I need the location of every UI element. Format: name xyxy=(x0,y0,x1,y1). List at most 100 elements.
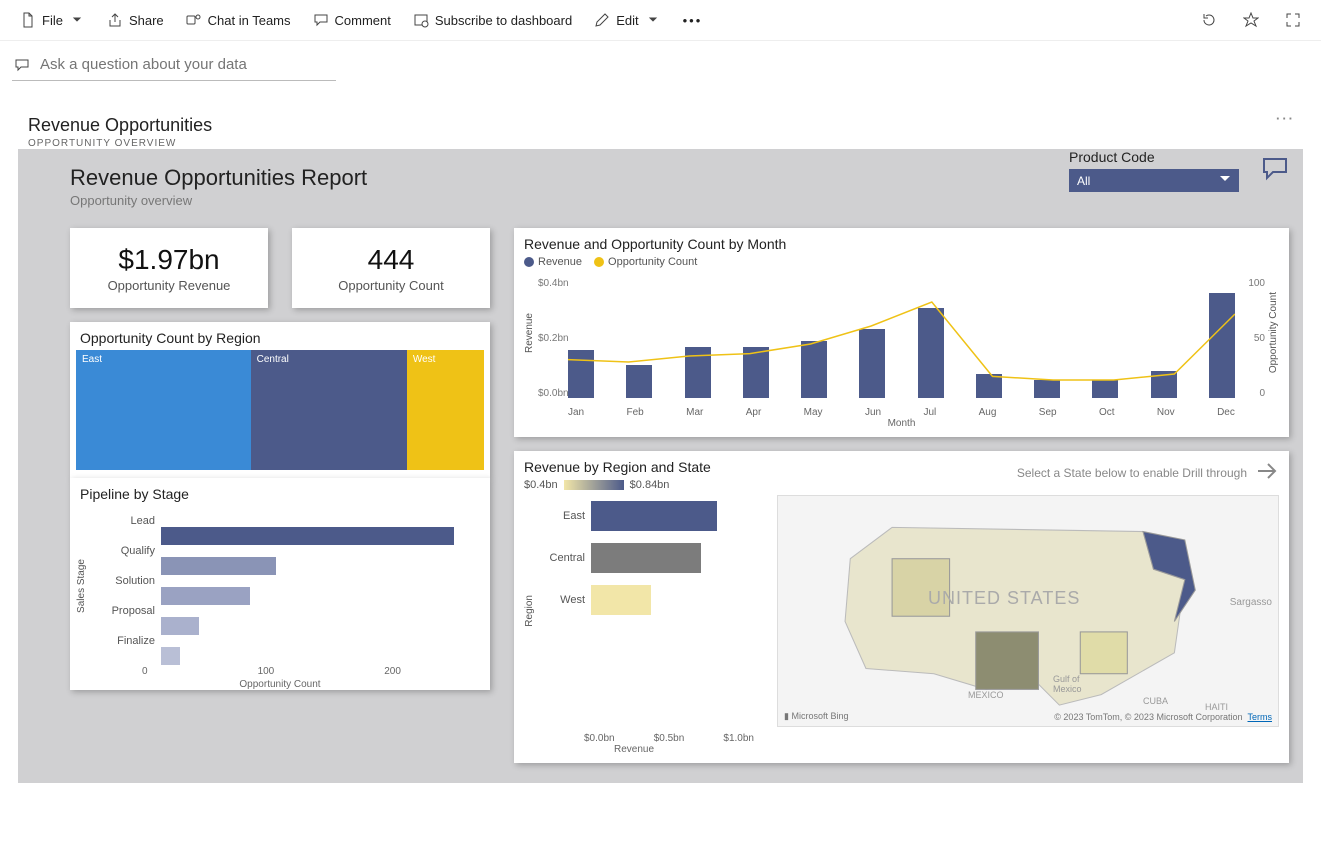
refresh-button[interactable] xyxy=(1193,8,1225,32)
treemap-cell-label: West xyxy=(413,354,436,365)
legend-dot-icon xyxy=(524,257,534,267)
combo-ylabel-right: Opportunity Count xyxy=(1268,292,1279,373)
chat-label: Chat in Teams xyxy=(208,13,291,28)
pipeline-bar xyxy=(161,527,454,545)
map-cuba-label: CUBA xyxy=(1143,696,1168,706)
map-sargasso-label: Sargasso xyxy=(1230,597,1272,608)
region-row-label: East xyxy=(537,510,585,522)
pipeline-row-label: Proposal xyxy=(99,605,155,617)
map-gulf-label: Gulf of Mexico xyxy=(1053,674,1082,694)
treemap-cell-label: East xyxy=(82,354,102,365)
legend-revenue: Revenue xyxy=(538,256,582,268)
region-xlabel: Revenue xyxy=(514,744,754,763)
sheet-subtitle: OPPORTUNITY OVERVIEW xyxy=(28,138,1283,149)
comment-icon xyxy=(313,12,329,28)
kpi-revenue[interactable]: $1.97bn Opportunity Revenue xyxy=(70,228,268,308)
pipeline-row[interactable]: Solution xyxy=(99,566,480,596)
chevron-down-icon xyxy=(645,12,661,28)
treemap-cell-east[interactable]: East xyxy=(76,350,251,470)
treemap-cell-west[interactable]: West xyxy=(407,350,484,470)
open-comments-button[interactable] xyxy=(1261,155,1289,186)
treemap-cell-central[interactable]: Central xyxy=(251,350,407,470)
report-header: Revenue Opportunities OPPORTUNITY OVERVI… xyxy=(18,101,1303,149)
subscribe-label: Subscribe to dashboard xyxy=(435,13,572,28)
kpi-revenue-value: $1.97bn xyxy=(118,244,219,276)
qa-input[interactable] xyxy=(38,55,334,74)
color-scale-icon xyxy=(564,480,624,490)
pencil-icon xyxy=(594,12,610,28)
legend-count: Opportunity Count xyxy=(608,256,697,268)
sheet-more-button[interactable]: ··· xyxy=(1276,111,1295,126)
sheet-title: Revenue Opportunities xyxy=(28,115,1283,136)
treemap-title: Opportunity Count by Region xyxy=(70,322,490,350)
pipeline-row[interactable]: Proposal xyxy=(99,596,480,626)
report-subtitle: Opportunity overview xyxy=(70,193,1289,208)
subscribe-button[interactable]: Subscribe to dashboard xyxy=(405,8,580,32)
drill-hint: Select a State below to enable Drill thr… xyxy=(1017,466,1247,480)
region-row[interactable]: East xyxy=(537,495,767,537)
kpi-count[interactable]: 444 Opportunity Count xyxy=(292,228,490,308)
region-bar xyxy=(591,585,651,615)
pipeline-ylabel: Sales Stage xyxy=(76,559,87,613)
more-button[interactable]: ••• xyxy=(675,9,711,32)
top-toolbar: File Share Chat in Teams Comment Subscri… xyxy=(0,0,1321,41)
qa-input-wrapper[interactable] xyxy=(12,49,336,81)
map-credits: © 2023 TomTom, © 2023 Microsoft Corporat… xyxy=(1054,712,1242,722)
map-visual[interactable]: UNITED STATES Sargasso MEXICO Gulf of Me… xyxy=(777,495,1279,727)
qa-bar xyxy=(0,41,1321,89)
pipeline-row-label: Finalize xyxy=(99,635,155,647)
filter-dropdown[interactable]: All xyxy=(1069,169,1239,192)
combo-title: Revenue and Opportunity Count by Month xyxy=(514,228,1289,256)
pipeline-title: Pipeline by Stage xyxy=(70,478,490,506)
product-code-filter: Product Code All xyxy=(1069,149,1239,192)
favorite-button[interactable] xyxy=(1235,8,1267,32)
map-mexico-label: MEXICO xyxy=(968,690,1004,700)
file-menu[interactable]: File xyxy=(12,8,93,32)
file-label: File xyxy=(42,13,63,28)
teams-icon xyxy=(186,12,202,28)
region-row-label: West xyxy=(537,594,585,606)
document-icon xyxy=(20,12,36,28)
kpi-count-label: Opportunity Count xyxy=(338,278,444,293)
pipeline-row[interactable]: Finalize xyxy=(99,626,480,656)
treemap-cell-label: Central xyxy=(257,354,289,365)
comment-button[interactable]: Comment xyxy=(305,8,399,32)
region-row[interactable]: West xyxy=(537,579,767,621)
chat-button[interactable]: Chat in Teams xyxy=(178,8,299,32)
pipeline-bar xyxy=(161,617,199,635)
chevron-down-icon xyxy=(1219,173,1231,188)
legend-dot-icon xyxy=(594,257,604,267)
share-icon xyxy=(107,12,123,28)
region-row-label: Central xyxy=(537,552,585,564)
pipeline-row-label: Solution xyxy=(99,575,155,587)
map-terms-link[interactable]: Terms xyxy=(1248,712,1273,722)
region-row[interactable]: Central xyxy=(537,537,767,579)
kpi-revenue-label: Opportunity Revenue xyxy=(108,278,231,293)
region-ylabel: Region xyxy=(524,595,535,627)
pipeline-bar xyxy=(161,647,180,665)
filter-label: Product Code xyxy=(1069,149,1239,165)
pipeline-bar xyxy=(161,557,276,575)
fullscreen-button[interactable] xyxy=(1277,8,1309,32)
bing-label: Microsoft Bing xyxy=(791,711,848,721)
share-button[interactable]: Share xyxy=(99,8,172,32)
comment-label: Comment xyxy=(335,13,391,28)
pipeline-bar xyxy=(161,587,250,605)
pipeline-row[interactable]: Lead xyxy=(99,506,480,536)
map-haiti-label: HAITI xyxy=(1205,702,1228,712)
edit-menu[interactable]: Edit xyxy=(586,8,668,32)
scale-max: $0.84bn xyxy=(630,479,670,491)
region-bar xyxy=(591,543,701,573)
kpi-count-value: 444 xyxy=(368,244,415,276)
pipeline-row-label: Qualify xyxy=(99,545,155,557)
share-label: Share xyxy=(129,13,164,28)
pipeline-visual[interactable]: Pipeline by Stage Sales Stage Lead Qualif… xyxy=(70,478,490,690)
edit-label: Edit xyxy=(616,13,638,28)
region-visual[interactable]: Revenue by Region and State Select a Sta… xyxy=(514,451,1289,763)
filter-value: All xyxy=(1077,174,1090,188)
report-canvas: Revenue Opportunities Report Opportunity… xyxy=(18,149,1303,783)
combo-xlabel: Month xyxy=(514,418,1289,437)
scale-min: $0.4bn xyxy=(524,479,558,491)
combo-visual[interactable]: Revenue and Opportunity Count by Month R… xyxy=(514,228,1289,437)
treemap-visual[interactable]: Opportunity Count by Region East Central W… xyxy=(70,322,490,478)
